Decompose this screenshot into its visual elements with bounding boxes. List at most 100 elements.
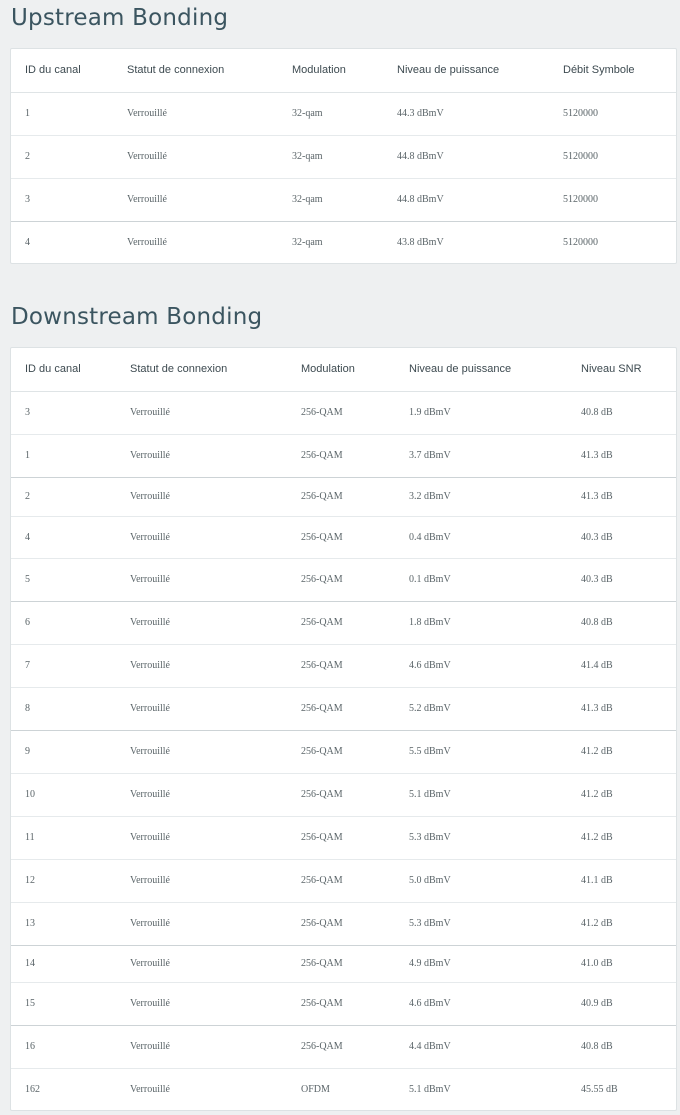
table-cell: 41.4 dB bbox=[567, 644, 676, 688]
table-cell: 4.9 dBmV bbox=[395, 945, 567, 983]
table-cell: 6 bbox=[11, 601, 116, 645]
table-cell: 5.3 dBmV bbox=[395, 816, 567, 860]
table-cell: 4 bbox=[25, 236, 30, 248]
table-cell: 44.8 dBmV bbox=[383, 178, 549, 222]
upstream-title: Upstream Bonding bbox=[11, 5, 229, 31]
table-cell: 13 bbox=[11, 902, 116, 946]
table-cell: 32-qam bbox=[278, 92, 383, 136]
table-row: 12 Verrouillé 256-QAM 5.0 dBmV 41.1 dB bbox=[11, 859, 676, 903]
table-cell: 0.4 dBmV bbox=[395, 516, 567, 559]
table-cell: 5.2 dBmV bbox=[395, 687, 567, 731]
table-cell: Verrouillé bbox=[116, 982, 287, 1026]
table-cell: 41.1 dB bbox=[567, 859, 676, 903]
table-cell: 40.8 dB bbox=[567, 1025, 676, 1069]
table-cell: Verrouillé bbox=[116, 902, 287, 946]
table-cell: 41.3 dB bbox=[567, 434, 676, 478]
table-row: 15 Verrouillé 256-QAM 4.6 dBmV 40.9 dB bbox=[11, 982, 676, 1026]
table-cell: 256-QAM bbox=[287, 1025, 395, 1069]
table-row: 6 Verrouillé 256-QAM 1.8 dBmV 40.8 dB bbox=[11, 601, 676, 645]
table-cell: Verrouillé bbox=[127, 236, 167, 248]
table-row: 11 Verrouillé 256-QAM 5.3 dBmV 41.2 dB bbox=[11, 816, 676, 860]
column-header: Niveau de puissance bbox=[383, 49, 549, 93]
downstream-title: Downstream Bonding bbox=[11, 304, 263, 330]
table-row: 16 Verrouillé 256-QAM 4.4 dBmV 40.8 dB bbox=[11, 1025, 676, 1069]
table-cell: 45.55 dB bbox=[581, 1083, 618, 1095]
table-cell: 44.3 dBmV bbox=[383, 92, 549, 136]
table-cell: 1 bbox=[11, 434, 116, 478]
table-cell: 256-QAM bbox=[287, 687, 395, 731]
table-cell: 5 bbox=[11, 558, 116, 602]
table-row: 7 Verrouillé 256-QAM 4.6 dBmV 41.4 dB bbox=[11, 644, 676, 688]
table-cell: 162 bbox=[25, 1083, 40, 1095]
table-cell: 5120000 bbox=[549, 178, 676, 222]
column-header: Statut de connexion bbox=[113, 49, 278, 93]
table-cell: 11 bbox=[11, 816, 116, 860]
table-cell: 40.3 dB bbox=[567, 558, 676, 602]
table-cell: 256-QAM bbox=[287, 773, 395, 817]
table-cell: 40.8 dB bbox=[567, 391, 676, 435]
table-cell: Verrouillé bbox=[116, 516, 287, 559]
column-header: Modulation bbox=[278, 49, 383, 93]
table-row: 1 Verrouillé 32-qam 44.3 dBmV 5120000 bbox=[11, 92, 676, 136]
upstream-panel: ID du canal Statut de connexion Modulati… bbox=[10, 48, 677, 264]
table-cell: 5120000 bbox=[563, 236, 598, 248]
table-cell: 9 bbox=[11, 730, 116, 774]
table-cell: 4.6 dBmV bbox=[395, 644, 567, 688]
table-cell: 41.2 dB bbox=[567, 773, 676, 817]
table-cell: 15 bbox=[11, 982, 116, 1026]
table-cell: Verrouillé bbox=[116, 434, 287, 478]
column-header: ID du canal bbox=[11, 49, 113, 93]
downstream-header-row: ID du canal Statut de connexion Modulati… bbox=[11, 348, 676, 392]
table-cell: Verrouillé bbox=[116, 558, 287, 602]
table-cell: Verrouillé bbox=[116, 730, 287, 774]
table-cell: 32-qam bbox=[292, 236, 323, 248]
table-cell: Verrouillé bbox=[116, 687, 287, 731]
table-cell: 0.1 dBmV bbox=[395, 558, 567, 602]
table-cell: 5.3 dBmV bbox=[395, 902, 567, 946]
table-cell: 8 bbox=[11, 687, 116, 731]
table-row: 9 Verrouillé 256-QAM 5.5 dBmV 41.2 dB bbox=[11, 730, 676, 774]
table-cell: 3.2 dBmV bbox=[395, 477, 567, 517]
table-cell: 1.8 dBmV bbox=[395, 601, 567, 645]
table-cell: 4.6 dBmV bbox=[395, 982, 567, 1026]
table-cell: 256-QAM bbox=[287, 477, 395, 517]
table-row: 2 Verrouillé 32-qam 44.8 dBmV 5120000 bbox=[11, 135, 676, 179]
table-cell: 256-QAM bbox=[287, 945, 395, 983]
table-row: 3 Verrouillé 256-QAM 1.9 dBmV 40.8 dB bbox=[11, 391, 676, 435]
table-cell: Verrouillé bbox=[116, 1025, 287, 1069]
table-cell: 41.0 dB bbox=[567, 945, 676, 983]
table-cell: 41.2 dB bbox=[567, 730, 676, 774]
table-row: 5 Verrouillé 256-QAM 0.1 dBmV 40.3 dB bbox=[11, 558, 676, 602]
table-cell: 40.9 dB bbox=[567, 982, 676, 1026]
table-row: 2 Verrouillé 256-QAM 3.2 dBmV 41.3 dB bbox=[11, 477, 676, 517]
table-cell: 3.7 dBmV bbox=[395, 434, 567, 478]
table-cell: 40.8 dB bbox=[567, 601, 676, 645]
table-cell: 12 bbox=[11, 859, 116, 903]
table-cell: 3 bbox=[11, 178, 113, 222]
table-cell: Verrouillé bbox=[116, 859, 287, 903]
table-cell: 4 bbox=[11, 516, 116, 559]
table-cell: 10 bbox=[11, 773, 116, 817]
table-cell: 2 bbox=[11, 135, 113, 179]
downstream-table: ID du canal Statut de connexion Modulati… bbox=[11, 348, 676, 1110]
table-cell: Verrouillé bbox=[116, 816, 287, 860]
table-cell: Verrouillé bbox=[116, 477, 287, 517]
table-cell: 256-QAM bbox=[287, 516, 395, 559]
table-cell: 32-qam bbox=[278, 135, 383, 179]
column-header: Niveau de puissance bbox=[395, 348, 567, 392]
table-cell: 40.3 dB bbox=[567, 516, 676, 559]
table-cell: 14 bbox=[11, 945, 116, 983]
column-header: Niveau SNR bbox=[567, 348, 676, 392]
upstream-table: ID du canal Statut de connexion Modulati… bbox=[11, 49, 676, 263]
column-header: ID du canal bbox=[11, 348, 116, 392]
upstream-header-row: ID du canal Statut de connexion Modulati… bbox=[11, 49, 676, 93]
table-cell: Verrouillé bbox=[116, 601, 287, 645]
table-cell: OFDM bbox=[301, 1083, 330, 1095]
table-cell: Verrouillé bbox=[116, 391, 287, 435]
table-cell: 1 bbox=[11, 92, 113, 136]
table-cell: 256-QAM bbox=[287, 859, 395, 903]
table-row: 4 Verrouillé 256-QAM 0.4 dBmV 40.3 dB bbox=[11, 516, 676, 559]
table-cell: 4.4 dBmV bbox=[395, 1025, 567, 1069]
table-cell: Verrouillé bbox=[113, 92, 278, 136]
table-row: 1 Verrouillé 256-QAM 3.7 dBmV 41.3 dB bbox=[11, 434, 676, 478]
